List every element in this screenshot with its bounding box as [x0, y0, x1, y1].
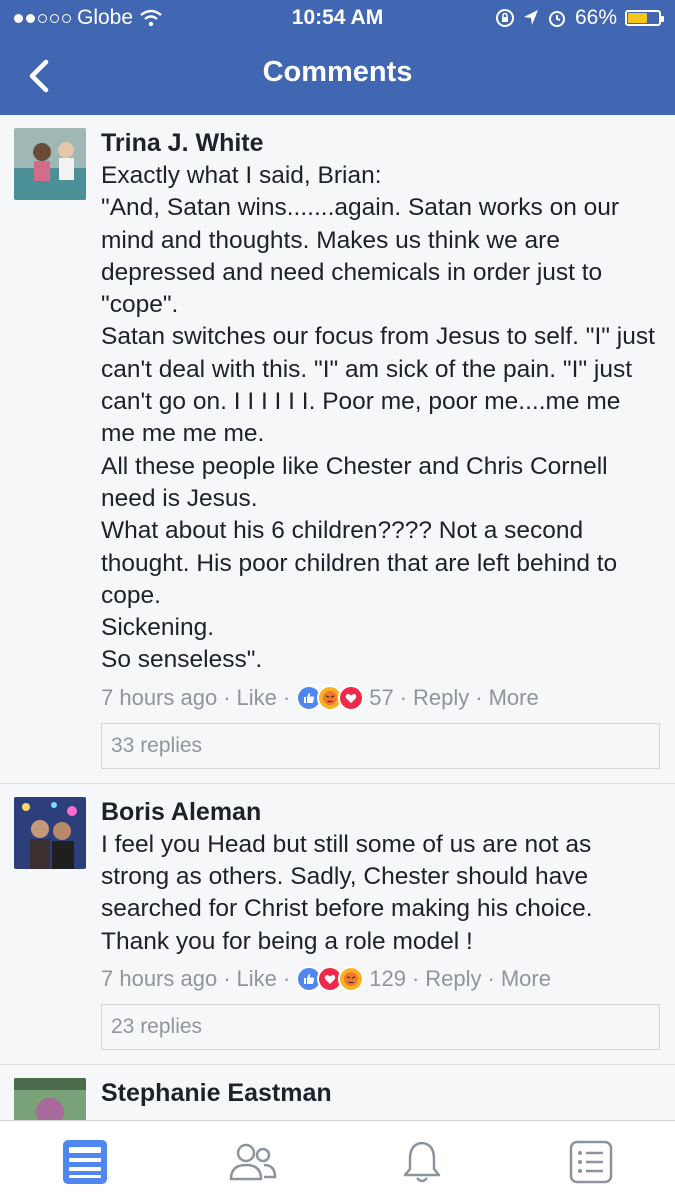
battery-percent: 66%: [574, 6, 617, 29]
rotation-lock-icon: [495, 9, 514, 27]
news-feed-icon[interactable]: [60, 1137, 110, 1187]
comment-time: 7 hours ago: [101, 684, 218, 710]
more-button[interactable]: More: [489, 683, 539, 713]
comment-text: Exactly what I said, Brian: "And, Satan …: [101, 162, 655, 674]
comment-meta: 7 hours ago · Like · 129 · Reply · More: [101, 964, 659, 994]
status-bar: Globe 10:54 AM 66%: [0, 0, 675, 38]
friends-icon[interactable]: [228, 1137, 278, 1187]
comment-author[interactable]: Stephanie Eastman: [101, 1077, 659, 1109]
like-button[interactable]: Like: [237, 964, 277, 994]
menu-icon[interactable]: [566, 1137, 616, 1187]
view-replies-button[interactable]: 23 replies: [101, 1003, 660, 1050]
avatar[interactable]: [14, 1077, 86, 1120]
alarm-icon: [548, 11, 565, 27]
avatar[interactable]: [14, 128, 86, 200]
nav-bar: Comments: [0, 38, 675, 115]
angry-reaction-icon: [338, 965, 365, 992]
reactions[interactable]: [296, 965, 365, 992]
like-button[interactable]: Like: [237, 683, 277, 713]
reactions[interactable]: [296, 684, 365, 711]
comment-author[interactable]: Boris Aleman: [101, 796, 659, 828]
avatar[interactable]: [14, 796, 86, 869]
page-title: Comments: [262, 56, 413, 88]
reply-button[interactable]: Reply: [413, 683, 469, 713]
location-icon: [523, 10, 538, 25]
view-replies-button[interactable]: 33 replies: [101, 722, 660, 769]
reaction-count[interactable]: 129: [369, 964, 406, 994]
comments-list[interactable]: Trina J. White Exactly what I said, Bria…: [0, 115, 675, 1120]
status-right: 66%: [495, 6, 664, 30]
comment-author[interactable]: Trina J. White: [101, 127, 659, 159]
comment-text: I feel you Head but still some of us are…: [101, 830, 599, 955]
more-button[interactable]: More: [501, 964, 551, 994]
reaction-count[interactable]: 57: [369, 683, 393, 713]
comment-item: Trina J. White Exactly what I said, Bria…: [0, 115, 675, 784]
comment-time: 7 hours ago: [101, 965, 218, 991]
comment-item: Boris Aleman I feel you Head but still s…: [0, 783, 675, 1065]
reply-button[interactable]: Reply: [425, 964, 481, 994]
tab-bar: [0, 1120, 675, 1201]
battery-icon: [625, 10, 664, 26]
comment-meta: 7 hours ago · Like · 57 · Reply · More: [101, 683, 659, 713]
notifications-icon[interactable]: [397, 1137, 447, 1187]
love-reaction-icon: [338, 684, 365, 711]
comment-item: Stephanie Eastman: [0, 1064, 675, 1120]
